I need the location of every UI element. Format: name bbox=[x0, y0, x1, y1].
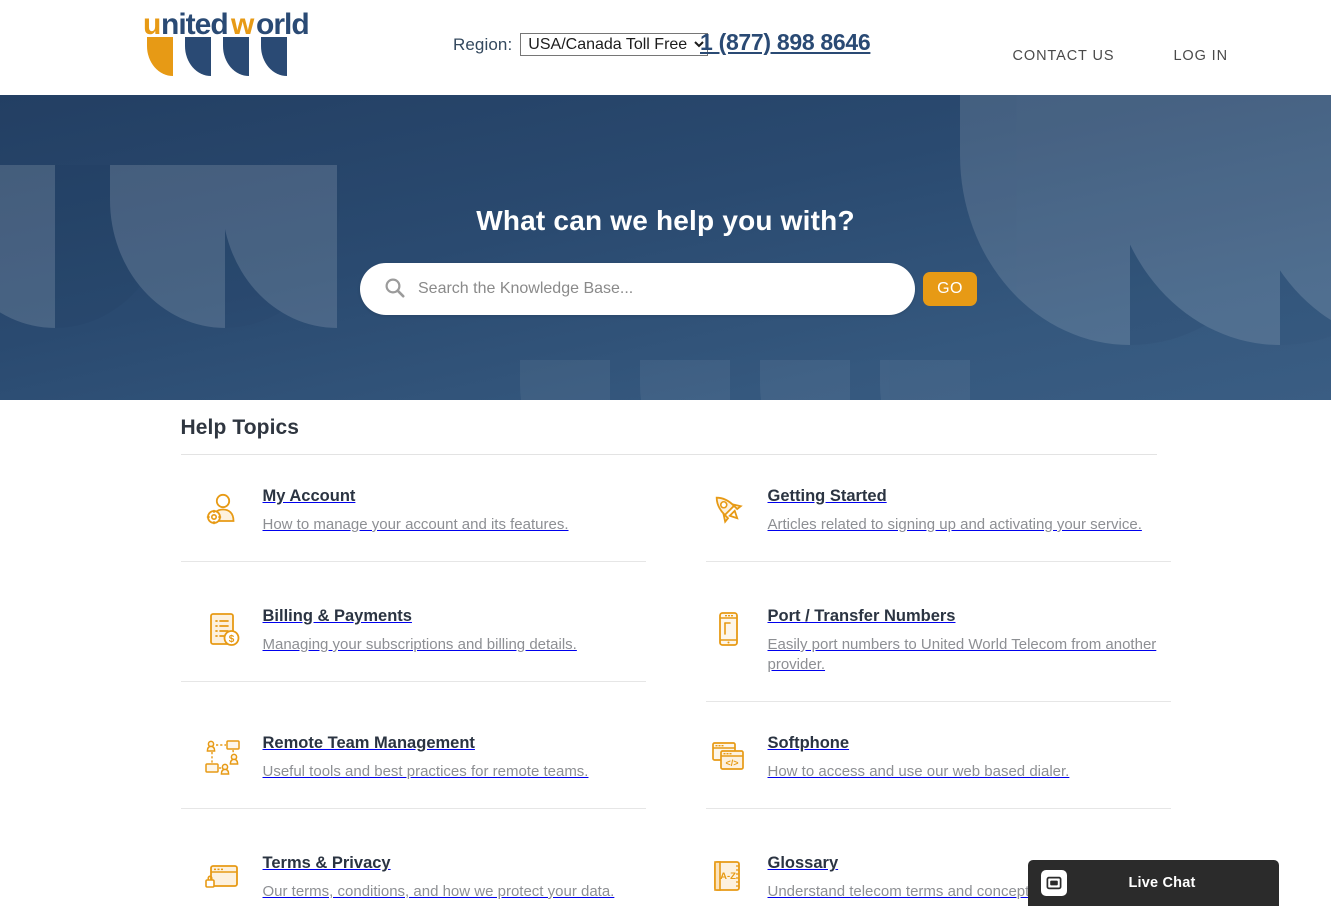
topic-title: Port / Transfer Numbers bbox=[767, 607, 956, 625]
svg-text:A-Z: A-Z bbox=[720, 871, 736, 882]
svg-text:$: $ bbox=[228, 634, 234, 645]
topic-description: Easily port numbers to United World Tele… bbox=[767, 636, 1157, 673]
search-icon bbox=[384, 277, 405, 303]
user-account-gear-icon bbox=[201, 487, 245, 531]
topic-cell: $ Billing & Payments Managing your subsc… bbox=[180, 575, 670, 702]
svg-text:u: u bbox=[143, 8, 160, 41]
help-topics-section: Help Topics My Account How to manage you… bbox=[0, 400, 1331, 906]
topic-divider bbox=[180, 681, 646, 682]
topic-text: Softphone How to access and use our web … bbox=[768, 732, 1159, 782]
site-header: u nited w orld telecom Regi bbox=[0, 0, 1331, 95]
topic-cell: Getting Started Articles related to sign… bbox=[670, 455, 1171, 575]
live-chat-widget[interactable]: Live Chat bbox=[1028, 860, 1279, 906]
top-navigation: CONTACT US LOG IN bbox=[1013, 42, 1331, 70]
knowledge-base-search: GO bbox=[360, 263, 977, 315]
topic-my-account[interactable]: My Account How to manage your account an… bbox=[181, 485, 646, 561]
network-team-icon bbox=[201, 734, 245, 778]
topics-grid: My Account How to manage your account an… bbox=[180, 455, 1171, 906]
live-chat-label: Live Chat bbox=[1128, 875, 1196, 891]
topic-title: Getting Started bbox=[767, 487, 887, 505]
topic-remote-team-management[interactable]: Remote Team Management Useful tools and … bbox=[181, 732, 646, 808]
mobile-phone-icon bbox=[706, 607, 750, 651]
logo-graphic: u nited w orld telecom bbox=[143, 8, 310, 76]
browser-code-icon: </> bbox=[706, 734, 750, 778]
topic-description: Articles related to signing up and activ… bbox=[767, 516, 1142, 533]
topic-title: Softphone bbox=[767, 734, 850, 752]
topic-getting-started[interactable]: Getting Started Articles related to sign… bbox=[686, 485, 1159, 561]
region-selector-group: Region: USA/Canada Toll Free bbox=[453, 33, 709, 56]
site-logo[interactable]: u nited w orld telecom bbox=[143, 6, 311, 78]
svg-text:orld: orld bbox=[256, 8, 309, 41]
rocket-icon bbox=[706, 487, 750, 531]
topic-title: Billing & Payments bbox=[262, 607, 412, 625]
search-box[interactable] bbox=[360, 263, 915, 315]
nav-log-in[interactable]: LOG IN bbox=[1173, 42, 1228, 70]
svg-text:w: w bbox=[230, 8, 255, 41]
topic-cell: </> Softphone How to access and use our … bbox=[670, 702, 1171, 822]
topic-text: Remote Team Management Useful tools and … bbox=[263, 732, 646, 782]
topic-softphone[interactable]: </> Softphone How to access and use our … bbox=[686, 732, 1159, 808]
topic-port-transfer-numbers[interactable]: Port / Transfer Numbers Easily port numb… bbox=[686, 605, 1159, 701]
browser-lock-icon bbox=[201, 854, 245, 898]
topic-description: Useful tools and best practices for remo… bbox=[262, 763, 589, 780]
topic-cell: Terms & Privacy Our terms, conditions, a… bbox=[181, 822, 670, 906]
nav-contact-us[interactable]: CONTACT US bbox=[1013, 42, 1115, 70]
topic-description: How to access and use our web based dial… bbox=[767, 763, 1070, 780]
topic-divider bbox=[180, 808, 646, 809]
topic-cell: Port / Transfer Numbers Easily port numb… bbox=[670, 575, 1171, 702]
hero-content: What can we help you with? bbox=[0, 95, 1331, 237]
topic-title: Terms & Privacy bbox=[262, 854, 391, 872]
topic-description: How to manage your account and its featu… bbox=[262, 516, 569, 533]
region-label: Region: bbox=[453, 34, 513, 54]
svg-text:nited: nited bbox=[161, 8, 228, 41]
topic-title: My Account bbox=[262, 487, 356, 505]
search-go-button[interactable]: GO bbox=[923, 272, 977, 306]
topic-billing-payments[interactable]: $ Billing & Payments Managing your subsc… bbox=[181, 605, 646, 681]
topic-divider bbox=[705, 808, 1171, 809]
topic-text: Terms & Privacy Our terms, conditions, a… bbox=[263, 852, 646, 902]
region-select[interactable]: USA/Canada Toll Free bbox=[520, 33, 709, 56]
topic-divider bbox=[180, 561, 646, 562]
topic-text: Billing & Payments Managing your subscri… bbox=[263, 605, 646, 655]
topic-divider bbox=[705, 561, 1171, 562]
book-az-icon: A-Z bbox=[706, 854, 750, 898]
page-title: Help Topics bbox=[180, 416, 300, 439]
phone-number[interactable]: 1 (877) 898 8646 bbox=[700, 29, 871, 56]
topic-description: Managing your subscriptions and billing … bbox=[262, 636, 577, 653]
topic-text: My Account How to manage your account an… bbox=[263, 485, 646, 535]
topic-text: Getting Started Articles related to sign… bbox=[768, 485, 1159, 535]
topic-title: Remote Team Management bbox=[262, 734, 475, 752]
topic-terms-privacy[interactable]: Terms & Privacy Our terms, conditions, a… bbox=[181, 852, 646, 906]
hero-banner: united world telecom What can we help yo… bbox=[0, 95, 1331, 400]
topic-description: Our terms, conditions, and how we protec… bbox=[262, 883, 615, 900]
search-input[interactable] bbox=[416, 279, 893, 299]
topic-text: Port / Transfer Numbers Easily port numb… bbox=[768, 605, 1159, 675]
invoice-dollar-icon: $ bbox=[201, 607, 245, 651]
hero-title: What can we help you with? bbox=[476, 205, 855, 236]
topic-cell: My Account How to manage your account an… bbox=[180, 455, 670, 575]
svg-text:</>: </> bbox=[725, 758, 738, 768]
topic-cell: Remote Team Management Useful tools and … bbox=[180, 702, 670, 822]
chat-window-icon bbox=[1041, 870, 1067, 896]
